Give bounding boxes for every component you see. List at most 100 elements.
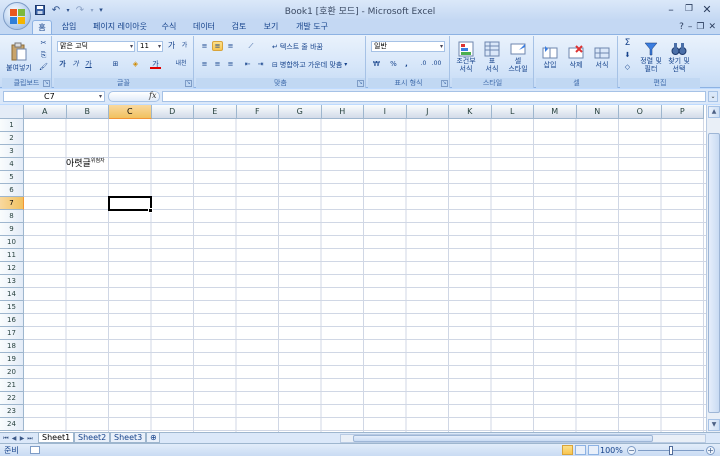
normal-view-button[interactable] [562, 445, 573, 455]
sheet-tab-sheet1[interactable]: Sheet1 [38, 433, 75, 443]
row-header-4[interactable]: 4 [0, 158, 24, 171]
font-size-combo[interactable]: 11 ▾ [137, 41, 163, 52]
row-header-6[interactable]: 6 [0, 184, 24, 197]
format-cells-button[interactable]: 서식 [590, 38, 614, 76]
borders-icon[interactable]: ⊞ [110, 59, 121, 69]
insert-cells-button[interactable]: 삽입 [538, 38, 562, 76]
first-sheet-icon[interactable]: ⏮ [2, 434, 10, 443]
find-select-button[interactable]: 찾기 및 선택 [666, 38, 692, 76]
column-header-n[interactable]: N [576, 105, 619, 119]
scroll-up-icon[interactable]: ▲ [708, 106, 720, 118]
increase-indent-icon[interactable]: ⇥ [255, 59, 266, 69]
font-launcher-icon[interactable]: ↘ [185, 80, 192, 87]
row-header-13[interactable]: 13 [0, 275, 24, 288]
prev-sheet-icon[interactable]: ◀ [10, 434, 18, 443]
delete-cells-button[interactable]: 삭제 [564, 38, 588, 76]
align-left-icon[interactable]: ≡ [199, 59, 210, 69]
scroll-down-icon[interactable]: ▼ [708, 419, 720, 431]
row-header-12[interactable]: 12 [0, 262, 24, 275]
tab-home[interactable]: 홈 [32, 20, 52, 34]
column-header-h[interactable]: H [321, 105, 364, 119]
number-launcher-icon[interactable]: ↘ [441, 80, 448, 87]
column-header-p[interactable]: P [661, 105, 704, 119]
fill-handle[interactable] [148, 208, 153, 213]
comma-button[interactable]: , [401, 59, 412, 69]
horizontal-scroll-thumb[interactable] [353, 435, 653, 442]
vertical-scrollbar[interactable]: ▲ ▼ [706, 105, 720, 432]
formula-input[interactable] [162, 91, 706, 102]
wrap-text-button[interactable]: ↵ 텍스트 줄 바꿈 [272, 41, 323, 52]
column-header-d[interactable]: D [151, 105, 194, 119]
fill-icon[interactable]: ⬇ [622, 50, 633, 60]
grow-font-button[interactable]: 가 [166, 41, 177, 51]
format-as-table-button[interactable]: 표 서식 [480, 38, 504, 76]
workbook-restore-button[interactable]: ❐ [696, 20, 704, 34]
autosum-button[interactable]: Σ [622, 38, 633, 48]
underline-button[interactable]: 가 [83, 59, 94, 69]
column-header-e[interactable]: E [194, 105, 237, 119]
alignment-launcher-icon[interactable]: ↘ [357, 80, 364, 87]
active-cell-c7[interactable] [108, 196, 152, 211]
row-header-21[interactable]: 21 [0, 379, 24, 392]
name-box[interactable]: C7 ▾ [3, 91, 105, 102]
align-right-icon[interactable]: ≡ [225, 59, 236, 69]
column-header-m[interactable]: M [534, 105, 577, 119]
help-icon[interactable]: ? [679, 20, 684, 34]
font-name-combo[interactable]: 맑은 고딕 ▾ [57, 41, 135, 52]
row-header-11[interactable]: 11 [0, 249, 24, 262]
row-header-2[interactable]: 2 [0, 132, 24, 145]
row-header-1[interactable]: 1 [0, 119, 24, 132]
vertical-scroll-thumb[interactable] [708, 133, 720, 413]
cell-b4[interactable]: 아렷글위첨자 [66, 156, 105, 169]
column-header-b[interactable]: B [66, 105, 109, 119]
macro-record-icon[interactable] [30, 446, 40, 454]
row-header-15[interactable]: 15 [0, 301, 24, 314]
percent-button[interactable]: % [388, 59, 399, 69]
number-format-combo[interactable]: 일반 ▾ [371, 41, 445, 52]
row-header-23[interactable]: 23 [0, 405, 24, 418]
align-center-icon[interactable]: ≡ [212, 59, 223, 69]
copy-icon[interactable]: ⎘ [38, 50, 49, 60]
page-break-view-button[interactable] [588, 445, 599, 455]
orientation-icon[interactable]: ⟋ [242, 41, 260, 51]
workbook-close-button[interactable]: ✕ [708, 20, 716, 34]
restore-button[interactable]: ❐ [680, 1, 698, 17]
tab-formulas[interactable]: 수식 [156, 20, 182, 34]
column-header-g[interactable]: G [279, 105, 322, 119]
shrink-font-button[interactable]: 가 [179, 41, 190, 51]
sheet-tab-sheet2[interactable]: Sheet2 [74, 433, 111, 443]
row-header-18[interactable]: 18 [0, 340, 24, 353]
next-sheet-icon[interactable]: ▶ [18, 434, 26, 443]
font-color-button[interactable]: 가 [150, 59, 161, 69]
tab-developer[interactable]: 개발 도구 [290, 20, 334, 34]
page-layout-view-button[interactable] [575, 445, 586, 455]
horizontal-scrollbar[interactable] [340, 434, 706, 443]
row-header-22[interactable]: 22 [0, 392, 24, 405]
insert-sheet-icon[interactable]: ⊕ [146, 433, 160, 443]
row-header-5[interactable]: 5 [0, 171, 24, 184]
zoom-level[interactable]: 100% [600, 445, 623, 456]
tab-view[interactable]: 보기 [258, 20, 284, 34]
select-all-button[interactable] [0, 105, 24, 119]
zoom-out-icon[interactable]: − [627, 446, 636, 455]
zoom-slider-thumb[interactable] [669, 446, 673, 455]
tab-review[interactable]: 검토 [226, 20, 252, 34]
align-bottom-icon[interactable]: ≡ [225, 41, 236, 51]
column-header-k[interactable]: K [449, 105, 492, 119]
column-header-j[interactable]: J [406, 105, 449, 119]
minimize-button[interactable]: – [662, 1, 680, 17]
bold-button[interactable]: 가 [57, 59, 68, 69]
tab-insert[interactable]: 삽입 [56, 20, 82, 34]
tab-page-layout[interactable]: 페이지 레이아웃 [88, 20, 152, 34]
column-header-o[interactable]: O [619, 105, 662, 119]
row-header-9[interactable]: 9 [0, 223, 24, 236]
cells-area[interactable] [24, 119, 706, 432]
row-header-17[interactable]: 17 [0, 327, 24, 340]
column-header-c[interactable]: C [109, 105, 152, 119]
fill-color-icon[interactable]: ◈ [130, 59, 141, 69]
row-header-3[interactable]: 3 [0, 145, 24, 158]
column-header-a[interactable]: A [24, 105, 67, 119]
merge-center-button[interactable]: ⊟ 병합하고 가운데 맞춤 ▾ [272, 59, 347, 70]
row-header-19[interactable]: 19 [0, 353, 24, 366]
row-header-20[interactable]: 20 [0, 366, 24, 379]
